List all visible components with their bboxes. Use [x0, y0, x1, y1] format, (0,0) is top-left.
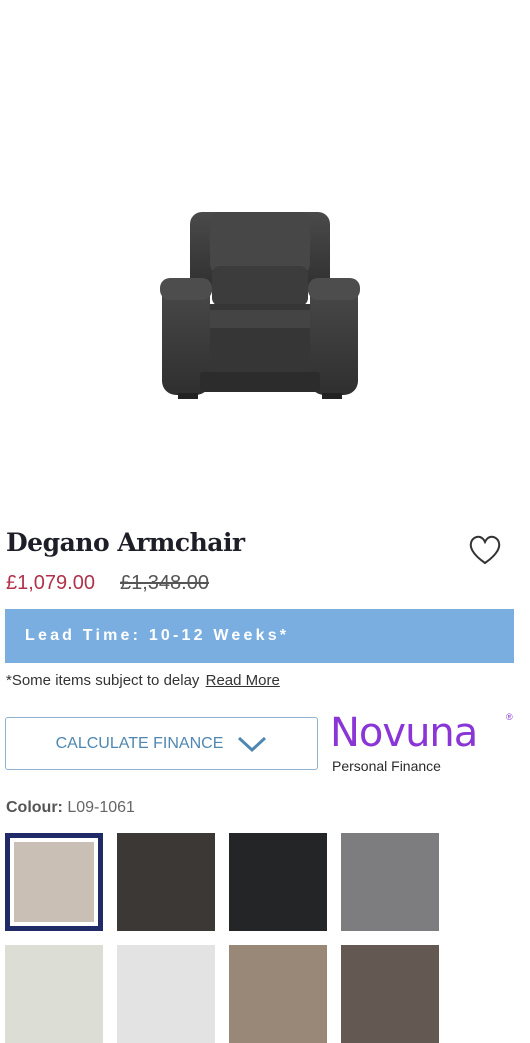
colour-value: L09-1061 — [67, 799, 135, 816]
colour-swatch[interactable] — [341, 833, 439, 931]
delay-note-text: *Some items subject to delay — [6, 672, 200, 689]
lead-time-text: Lead Time: 10-12 Weeks* — [25, 627, 290, 644]
colour-swatch[interactable] — [229, 833, 327, 931]
read-more-link[interactable]: Read More — [206, 672, 280, 689]
wishlist-heart-icon[interactable] — [468, 534, 502, 566]
novuna-logo: Novuna ® Personal Finance — [330, 708, 520, 778]
novuna-subtitle: Personal Finance — [332, 758, 441, 774]
current-price: £1,079.00 — [6, 572, 95, 594]
novuna-wordmark: Novuna — [330, 710, 478, 756]
product-title: Degano Armchair — [6, 528, 245, 557]
colour-swatch[interactable] — [5, 833, 103, 931]
calculate-finance-button[interactable]: CALCULATE FINANCE — [5, 717, 318, 770]
colour-swatch[interactable] — [229, 945, 327, 1043]
colour-label-key: Colour: — [6, 799, 63, 816]
original-price: £1,348.00 — [120, 572, 209, 594]
calculate-finance-label: CALCULATE FINANCE — [55, 734, 224, 752]
colour-swatch[interactable] — [117, 945, 215, 1043]
colour-swatch-grid — [5, 833, 525, 1043]
chevron-down-icon — [238, 736, 267, 752]
delay-note: *Some items subject to delay Read More — [6, 672, 280, 689]
registered-mark: ® — [506, 712, 513, 722]
lead-time-banner: Lead Time: 10-12 Weeks* — [5, 609, 514, 663]
colour-label: Colour: L09-1061 — [6, 799, 135, 817]
colour-swatch[interactable] — [117, 833, 215, 931]
colour-swatch-fill — [14, 842, 94, 922]
product-image-area[interactable] — [0, 0, 530, 500]
armchair-image — [160, 212, 360, 399]
colour-swatch[interactable] — [341, 945, 439, 1043]
colour-swatch[interactable] — [5, 945, 103, 1043]
